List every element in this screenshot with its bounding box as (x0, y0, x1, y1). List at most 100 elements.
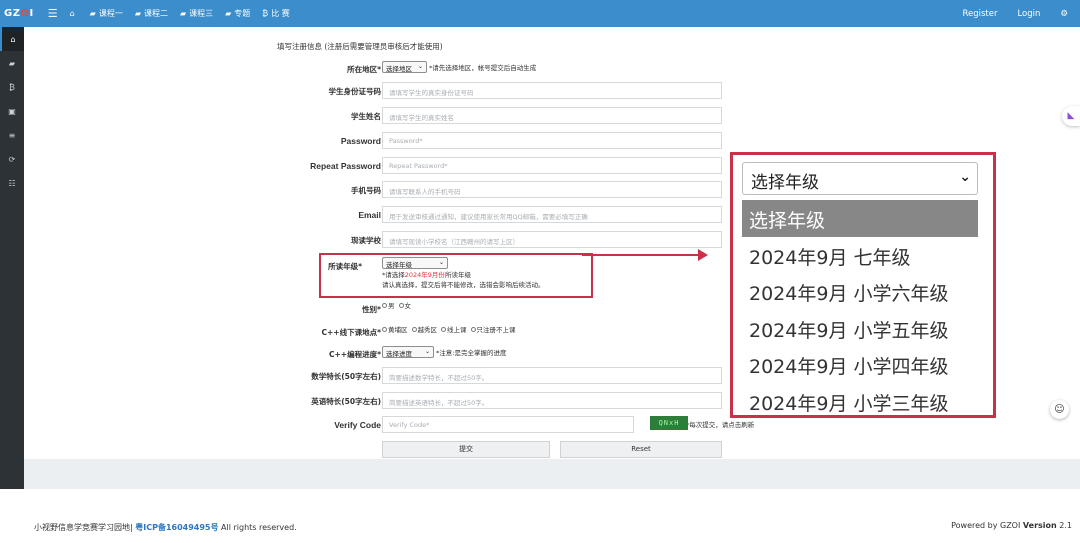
book-icon: ▰ (134, 9, 141, 18)
grade-highlight-box (319, 253, 593, 298)
repeat-password-input[interactable]: Repeat Password* (382, 157, 722, 174)
floating-assistant-icon[interactable]: ◣ (1062, 106, 1080, 126)
chevron-down-icon: ⌄ (417, 63, 423, 70)
left-sidebar: ⌂ ▰ ₿ ▣ ≡ ⟳ ☷ (0, 27, 24, 489)
math-input[interactable]: 简要描述数学特长，不超过50字。 (382, 367, 722, 384)
grade-option[interactable]: 选择年级 (742, 200, 978, 237)
password-label: Password (340, 136, 381, 146)
sidebar-refresh-icon[interactable]: ⟳ (0, 147, 24, 171)
location-row: C++线下课地点* 黄埔区 越秀区 线上课 只注册不上课 (24, 323, 724, 341)
nav-topic[interactable]: ▰ 专题 (225, 8, 250, 19)
progress-note: *注意:是完全掌握的进度 (436, 349, 507, 357)
location-huangpu-radio[interactable]: 黄埔区 (382, 324, 408, 334)
captcha-image[interactable]: QNxH (650, 416, 688, 430)
register-link[interactable]: Register (962, 9, 997, 19)
progress-label: C++编程进度* (329, 350, 381, 359)
sidebar-image-icon[interactable]: ▣ (0, 99, 24, 123)
nav-course-3[interactable]: ▰ 课程三 (180, 8, 213, 19)
footer-copyright: 小视野信息学竞赛学习园地| 粤ICP备16049495号 All rights … (34, 523, 297, 532)
sidebar-book-icon[interactable]: ▰ (0, 51, 24, 75)
gender-male-radio[interactable]: 男 (382, 300, 395, 310)
nav-contest[interactable]: ₿ 比 赛 (262, 8, 289, 19)
english-row: 英语特长(50字左右) 简要描述英语特长，不超过50字。 (24, 392, 724, 410)
sidebar-home-icon[interactable]: ⌂ (0, 27, 24, 51)
password-row: Password Password* (24, 132, 724, 150)
math-label: 数学特长(50字左右) (311, 372, 381, 381)
student-name-label: 学生姓名 (351, 112, 381, 121)
repeat-password-label: Repeat Password (310, 161, 381, 171)
phone-label: 手机号码 (351, 186, 381, 195)
nav-course-2[interactable]: ▰ 课程二 (135, 8, 168, 19)
grade-option[interactable]: 2024年9月 七年级 (742, 237, 978, 274)
brand-logo[interactable]: GZOI (4, 8, 34, 19)
student-id-label: 学生身份证号码 (328, 87, 382, 96)
reset-button[interactable]: Reset (560, 441, 722, 458)
gender-female-radio[interactable]: 女 (398, 300, 411, 310)
zoomed-grade-select[interactable]: 选择年级 ⌄ (742, 162, 978, 195)
region-row: 所在地区* 选择地区 ⌄ *请先选择地区，帐号提交后自动生成 (24, 60, 724, 78)
grade-option[interactable]: 2024年9月 小学五年级 (742, 310, 978, 347)
location-register-only-radio[interactable]: 只注册不上课 (470, 324, 516, 334)
content-bottom-band (24, 459, 1080, 489)
grade-option[interactable]: 2024年9月 小学三年级 (742, 383, 978, 420)
footer-powered: Powered by GZOI Version 2.1 (951, 521, 1072, 530)
student-name-input[interactable]: 请填写学生的真实姓名 (382, 107, 722, 124)
book-icon: ▰ (89, 9, 96, 18)
verify-label: Verify Code (334, 420, 381, 430)
region-note: *请先选择地区，帐号提交后自动生成 (429, 64, 537, 72)
zoomed-grade-dropdown: 选择年级 ⌄ 选择年级 2024年9月 七年级 2024年9月 小学六年级 202… (730, 152, 996, 418)
email-row: Email 用于发送审核通过通知，建议使用家长常用QQ邮箱，需要必填写正确 (24, 206, 724, 224)
menu-toggle-icon[interactable]: ☰ (48, 7, 58, 20)
home-icon: ⌂ (69, 9, 75, 18)
student-name-row: 学生姓名 请填写学生的真实姓名 (24, 107, 724, 125)
location-online-radio[interactable]: 线上课 (441, 324, 467, 334)
location-yuexiu-radio[interactable]: 越秀区 (411, 324, 437, 334)
email-input[interactable]: 用于发送审核通过通知，建议使用家长常用QQ邮箱，需要必填写正确 (382, 206, 722, 223)
progress-select[interactable]: 选择进度 ⌄ (382, 346, 434, 358)
verify-input[interactable]: Verify Code* (382, 416, 634, 433)
location-label: C++线下课地点* (321, 328, 382, 337)
school-input[interactable]: 请填写现读小学校名（江西赣州的请写上区） (382, 231, 722, 248)
phone-row: 手机号码 请填写联系人的手机号码 (24, 181, 724, 199)
region-select[interactable]: 选择地区 ⌄ (382, 61, 427, 73)
form-heading: 填写注册信息 (注册后需要管理员审核后才能使用) (277, 42, 443, 51)
gender-label: 性别* (362, 305, 381, 314)
top-navbar: GZOI ☰ ⌂ ▰ 课程一 ▰ 课程二 ▰ 课程三 ▰ 专题 ₿ 比 赛 Registe… (0, 0, 1080, 27)
gender-row: 性别* 男 女 (24, 300, 724, 318)
progress-row: C++编程进度* 选择进度 ⌄ *注意:是完全掌握的进度 (24, 345, 724, 363)
region-label: 所在地区* (347, 65, 381, 74)
english-input[interactable]: 简要描述英语特长，不超过50字。 (382, 392, 722, 409)
submit-button[interactable]: 提交 (382, 441, 550, 458)
student-id-row: 学生身份证号码 请填写学生的真实身份证号码 (24, 82, 724, 100)
math-row: 数学特长(50字左右) 简要描述数学特长，不超过50字。 (24, 367, 724, 385)
sidebar-list-ol-icon[interactable]: ☷ (0, 171, 24, 195)
school-row: 现读学校 请填写现读小学校名（江西赣州的请写上区） (24, 231, 724, 249)
login-link[interactable]: Login (1017, 9, 1040, 19)
phone-input[interactable]: 请填写联系人的手机号码 (382, 181, 722, 198)
book-icon: ▰ (225, 9, 232, 18)
sidebar-list-icon[interactable]: ≡ (0, 123, 24, 147)
bitcoin-icon: ₿ (262, 9, 269, 18)
settings-icon[interactable]: ⚙ (1060, 9, 1068, 19)
repeat-password-row: Repeat Password Repeat Password* (24, 157, 724, 175)
verify-row: Verify Code Verify Code* *每次提交，请点击刷新 (24, 416, 754, 434)
english-label: 英语特长(50字左右) (311, 397, 381, 406)
school-label: 现读学校 (351, 236, 381, 245)
chevron-down-icon: ⌄ (424, 348, 430, 355)
zoomed-grade-options: 选择年级 2024年9月 七年级 2024年9月 小学六年级 2024年9月 小… (742, 200, 978, 419)
chevron-down-icon: ⌄ (959, 169, 971, 185)
password-input[interactable]: Password* (382, 132, 722, 149)
callout-arrow-head (698, 249, 708, 261)
floating-avatar-icon[interactable]: ☺ (1050, 400, 1069, 419)
icp-link[interactable]: 粤ICP备16049495号 (135, 523, 218, 532)
page-footer: 小视野信息学竞赛学习园地| 粤ICP备16049495号 All rights … (0, 489, 1080, 543)
verify-note: *每次提交，请点击刷新 (686, 421, 755, 429)
nav-home[interactable]: ⌂ (70, 9, 78, 18)
sidebar-bitcoin-icon[interactable]: ₿ (0, 75, 24, 99)
nav-course-1[interactable]: ▰ 课程一 (90, 8, 123, 19)
email-label: Email (358, 210, 381, 220)
book-icon: ▰ (179, 9, 187, 18)
grade-option[interactable]: 2024年9月 小学六年级 (742, 273, 978, 310)
student-id-input[interactable]: 请填写学生的真实身份证号码 (382, 82, 722, 99)
grade-option[interactable]: 2024年9月 小学四年级 (742, 346, 978, 383)
